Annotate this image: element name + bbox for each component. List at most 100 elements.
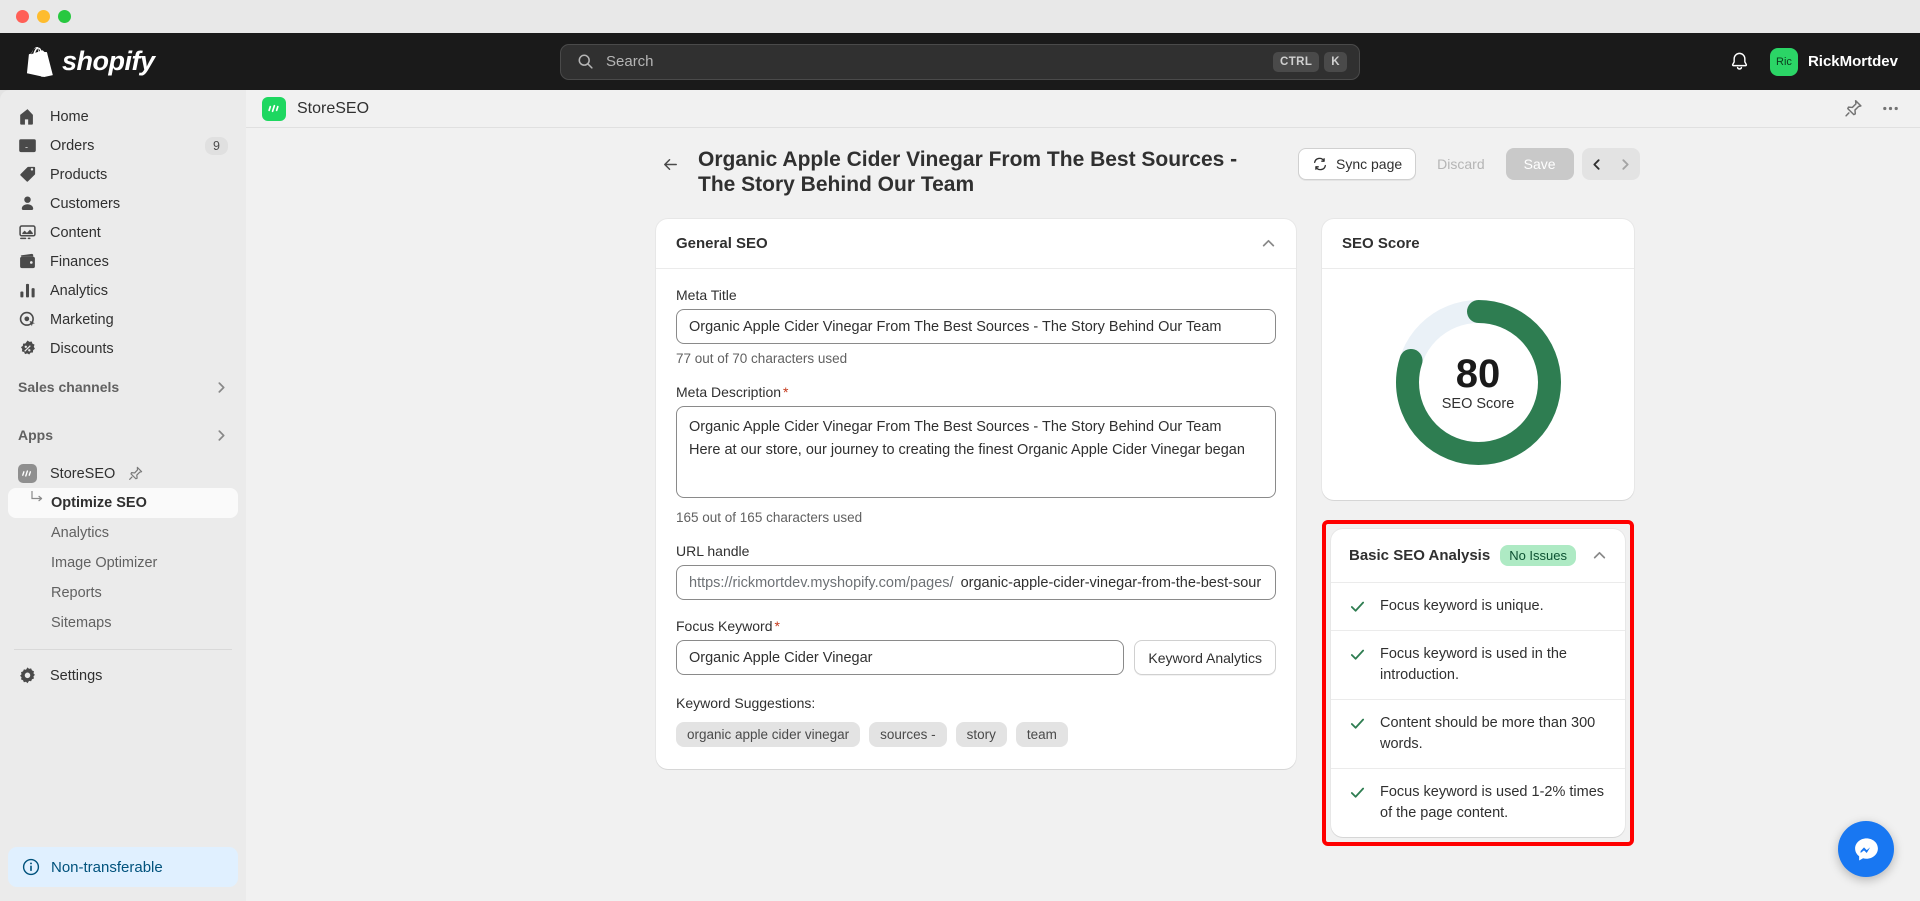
required-marker: * [783, 384, 789, 401]
orders-badge: 9 [205, 136, 228, 155]
sidebar-item-orders[interactable]: Orders 9 [8, 131, 238, 160]
window-maximize-button[interactable] [58, 10, 71, 23]
shopify-brand[interactable]: shopify [0, 46, 300, 77]
page-title: Organic Apple Cider Vinegar From The Bes… [698, 148, 1238, 196]
arrow-left-icon [663, 158, 677, 170]
pin-icon[interactable] [1844, 99, 1863, 118]
meta-title-label: Meta Title [676, 287, 737, 304]
chevron-right-icon [1621, 158, 1629, 170]
window-close-button[interactable] [16, 10, 29, 23]
sidebar-item-analytics[interactable]: Analytics [8, 276, 238, 305]
meta-description-label: Meta Description * [676, 384, 1276, 400]
topbar-right: Ric RickMortdev [1729, 47, 1898, 76]
sidebar-section-sales-channels[interactable]: Sales channels [8, 372, 238, 402]
back-button[interactable] [656, 150, 684, 178]
gear-icon [18, 666, 37, 685]
sync-icon [1314, 157, 1326, 171]
app-identity[interactable]: StoreSEO [262, 96, 1844, 121]
non-transferable-banner[interactable]: Non-transferable [8, 847, 238, 887]
sidebar-item-marketing[interactable]: Marketing [8, 305, 238, 334]
keyword-suggestions-list: organic apple cider vinegar sources - st… [676, 722, 1276, 748]
general-seo-body: Meta Title 77 out of 70 characters used … [656, 269, 1296, 769]
keyword-analytics-button[interactable]: Keyword Analytics [1134, 640, 1276, 676]
meta-description-textarea[interactable] [676, 406, 1276, 499]
sidebar-label: Content [50, 224, 101, 241]
check-icon [1350, 787, 1365, 798]
orders-icon [18, 136, 37, 155]
chevron-right-icon [218, 429, 225, 441]
sidebar-label: Reports [51, 585, 102, 601]
check-icon [1350, 649, 1365, 660]
sidebar-section-apps[interactable]: Apps [8, 420, 238, 450]
sidebar-item-products[interactable]: Products [8, 160, 238, 189]
search-shortcut-key: K [1324, 51, 1347, 72]
sidebar-label: Finances [50, 253, 109, 270]
keyword-chip[interactable]: story [955, 722, 1007, 748]
check-icon [1350, 601, 1365, 612]
ellipsis-icon[interactable] [1881, 99, 1900, 118]
finances-wallet-icon [18, 252, 37, 271]
url-handle-row[interactable]: https://rickmortdev.myshopify.com/pages/ [676, 565, 1276, 601]
sidebar: Home Orders 9 Products Customers Content… [0, 90, 246, 901]
sidebar-item-discounts[interactable]: Discounts [8, 334, 238, 363]
window-minimize-button[interactable] [37, 10, 50, 23]
sidebar-label: Analytics [51, 525, 110, 541]
chat-button[interactable] [1838, 821, 1894, 877]
marketing-target-icon [18, 310, 37, 329]
shopify-logo-icon [26, 46, 53, 77]
discard-button[interactable]: Discard [1424, 148, 1497, 180]
meta-description-label-text: Meta Description [676, 384, 782, 401]
bell-icon[interactable] [1729, 51, 1750, 72]
chevron-up-icon[interactable] [1592, 548, 1607, 563]
sidebar-item-image-optimizer[interactable]: Image Optimizer [8, 548, 238, 578]
required-marker: * [774, 618, 780, 635]
sidebar-label: Marketing [50, 311, 114, 328]
save-label: Save [1523, 156, 1556, 172]
chevron-left-icon [1592, 158, 1600, 170]
sidebar-item-sitemaps[interactable]: Sitemaps [8, 608, 238, 638]
avatar: Ric [1769, 47, 1798, 76]
keyword-chip[interactable]: team [1015, 722, 1068, 748]
analysis-check-item: Focus keyword is used 1-2% times of the … [1331, 769, 1625, 837]
analytics-bars-icon [18, 281, 37, 300]
seo-score-donut: 80 SEO Score [1391, 295, 1566, 470]
analysis-check-text: Focus keyword is unique. [1380, 598, 1544, 615]
meta-title-input[interactable] [676, 309, 1276, 345]
sidebar-item-finances[interactable]: Finances [8, 247, 238, 276]
prev-record-button[interactable] [1582, 148, 1611, 180]
sidebar-label: Analytics [50, 282, 109, 299]
user-menu[interactable]: Ric RickMortdev [1769, 47, 1898, 76]
sidebar-item-home[interactable]: Home [8, 102, 238, 131]
chevron-up-icon[interactable] [1261, 236, 1276, 251]
sidebar-item-analytics-app[interactable]: Analytics [8, 518, 238, 548]
sidebar-item-customers[interactable]: Customers [8, 189, 238, 218]
non-transferable-label: Non-transferable [51, 858, 163, 876]
general-seo-title: General SEO [676, 235, 768, 253]
storeseo-icon [262, 96, 286, 121]
search-icon [578, 54, 593, 69]
focus-keyword-input[interactable] [676, 640, 1125, 676]
meta-description-counter: 165 out of 165 characters used [676, 510, 863, 526]
sidebar-item-storeseo[interactable]: StoreSEO [8, 459, 238, 488]
save-button[interactable]: Save [1505, 148, 1574, 180]
app-body: Home Orders 9 Products Customers Content… [0, 90, 1920, 901]
sync-page-button[interactable]: Sync page [1298, 148, 1417, 180]
keyword-chip[interactable]: organic apple cider vinegar [676, 722, 861, 748]
url-handle-input[interactable] [960, 574, 1263, 591]
sidebar-label: Sitemaps [51, 615, 112, 631]
sidebar-item-settings[interactable]: Settings [8, 661, 238, 690]
basic-seo-analysis-title: Basic SEO Analysis [1349, 547, 1491, 565]
pin-icon[interactable] [128, 466, 143, 481]
next-record-button[interactable] [1611, 148, 1640, 180]
chevron-right-icon [218, 381, 225, 393]
focus-keyword-row: Keyword Analytics [676, 640, 1276, 676]
global-search[interactable]: Search CTRL K [560, 43, 1360, 80]
general-seo-card: General SEO Meta Title 77 out of 70 char… [656, 219, 1296, 770]
sidebar-item-reports[interactable]: Reports [8, 578, 238, 608]
keyword-chip[interactable]: sources - [869, 722, 947, 748]
sidebar-section-label: Apps [18, 427, 53, 443]
sidebar-item-content[interactable]: Content [8, 218, 238, 247]
seo-score-body: 80 SEO Score [1322, 269, 1634, 500]
record-pager [1581, 148, 1640, 180]
sidebar-item-optimize-seo[interactable]: Optimize SEO [8, 488, 238, 518]
